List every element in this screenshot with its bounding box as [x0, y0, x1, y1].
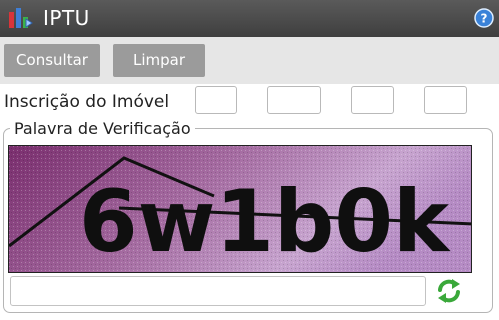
- inscricao-field-1[interactable]: [195, 86, 237, 114]
- title-bar: IPTU ?: [0, 0, 499, 37]
- inscricao-field-3[interactable]: [351, 86, 394, 114]
- app-title: IPTU: [43, 6, 90, 30]
- inscricao-label: Inscrição do Imóvel: [4, 92, 170, 112]
- inscricao-field-2[interactable]: [267, 86, 321, 114]
- captcha-input[interactable]: [10, 276, 426, 306]
- svg-text:?: ?: [481, 12, 488, 26]
- consultar-button[interactable]: Consultar: [4, 44, 100, 77]
- toolbar: Consultar Limpar: [0, 37, 499, 84]
- inscricao-field-4[interactable]: [424, 86, 467, 114]
- refresh-arrows-icon[interactable]: [435, 278, 463, 304]
- verification-legend: Palavra de Verificação: [10, 118, 195, 140]
- help-question-icon[interactable]: ?: [474, 8, 494, 28]
- bar-chart-app-icon: [9, 8, 33, 28]
- captcha-image: 6w1b0k: [8, 145, 472, 273]
- limpar-button[interactable]: Limpar: [113, 44, 205, 77]
- captcha-text: 6w1b0k: [79, 172, 451, 272]
